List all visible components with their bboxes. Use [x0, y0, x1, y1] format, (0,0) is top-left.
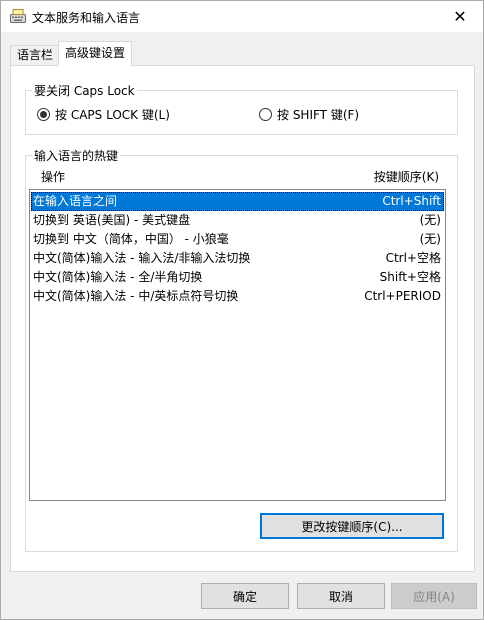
- cancel-button[interactable]: 取消: [297, 583, 385, 609]
- close-icon: ✕: [453, 7, 467, 26]
- column-action-header: 操作: [41, 170, 66, 184]
- radio-unchecked-icon: [259, 108, 272, 121]
- column-key-sequence-header: 按键顺序(K): [373, 170, 439, 184]
- change-key-sequence-button[interactable]: 更改按键顺序(C)...: [260, 513, 444, 539]
- caps-lock-legend: 要关闭 Caps Lock: [34, 84, 135, 98]
- apply-button[interactable]: 应用(A): [391, 583, 477, 609]
- row-key: Ctrl+空格: [385, 251, 441, 265]
- hotkey-list[interactable]: 在输入语言之间 Ctrl+Shift 切换到 英语(美国) - 美式键盘 (无)…: [29, 189, 446, 501]
- row-action: 切换到 英语(美国) - 美式键盘: [33, 213, 191, 227]
- row-action: 中文(简体)输入法 - 输入法/非输入法切换: [33, 251, 251, 265]
- keyboard-icon: [10, 9, 26, 23]
- radio-checked-icon: [37, 108, 50, 121]
- row-action: 中文(简体)输入法 - 中/英标点符号切换: [33, 289, 239, 303]
- ok-button[interactable]: 确定: [201, 583, 289, 609]
- row-key: (无): [419, 232, 441, 246]
- radio-caps-lock-key[interactable]: 按 CAPS LOCK 键(L): [37, 106, 170, 123]
- list-item[interactable]: 中文(简体)输入法 - 中/英标点符号切换 Ctrl+PERIOD: [31, 287, 444, 306]
- list-item[interactable]: 切换到 英语(美国) - 美式键盘 (无): [31, 211, 444, 230]
- row-key: (无): [419, 213, 441, 227]
- title-bar[interactable]: 文本服务和输入语言 ✕: [1, 1, 483, 32]
- row-key: Ctrl+PERIOD: [364, 289, 441, 303]
- row-action: 切换到 中文（简体，中国） - 小狼毫: [33, 232, 229, 246]
- window-title: 文本服务和输入语言: [32, 11, 141, 25]
- list-item[interactable]: 在输入语言之间 Ctrl+Shift: [31, 192, 444, 211]
- list-item[interactable]: 切换到 中文（简体，中国） - 小狼毫 (无): [31, 230, 444, 249]
- row-action: 中文(简体)输入法 - 全/半角切换: [33, 270, 203, 284]
- radio-caps-lock-label: 按 CAPS LOCK 键(L): [55, 108, 170, 122]
- close-button[interactable]: ✕: [437, 1, 483, 32]
- radio-shift-label: 按 SHIFT 键(F): [277, 108, 360, 122]
- row-key: Ctrl+Shift: [382, 194, 441, 208]
- radio-shift-key[interactable]: 按 SHIFT 键(F): [259, 106, 359, 123]
- list-item[interactable]: 中文(简体)输入法 - 输入法/非输入法切换 Ctrl+空格: [31, 249, 444, 268]
- row-key: Shift+空格: [379, 270, 441, 284]
- hotkeys-legend: 输入语言的热键: [34, 149, 119, 163]
- dialog-window: 文本服务和输入语言 ✕ 语言栏 高级键设置 要关闭 Caps Lock 按 CA…: [0, 0, 484, 620]
- tab-advanced-key-settings[interactable]: 高级键设置: [58, 41, 133, 66]
- row-action: 在输入语言之间: [33, 194, 118, 208]
- tab-language-bar[interactable]: 语言栏: [10, 45, 61, 65]
- list-item[interactable]: 中文(简体)输入法 - 全/半角切换 Shift+空格: [31, 268, 444, 287]
